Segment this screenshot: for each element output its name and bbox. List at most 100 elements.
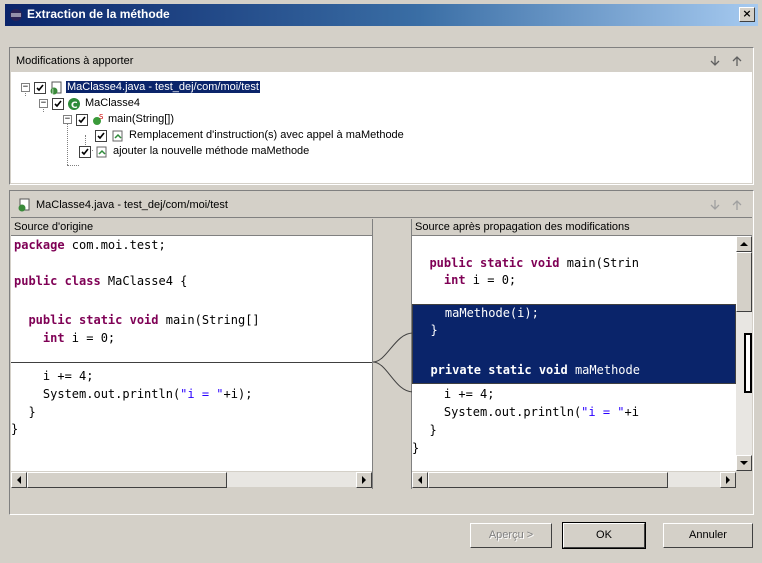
code-text: System.out.println( — [415, 405, 582, 419]
diff-gutter — [372, 219, 413, 489]
code-text: i += 4; — [415, 387, 495, 401]
overview-ruler-marker — [744, 333, 752, 393]
code-keyword: private static void — [416, 363, 568, 377]
collapse-icon[interactable]: − — [63, 115, 72, 124]
previous-difference-icon[interactable] — [730, 198, 744, 212]
code-keyword: int — [14, 331, 65, 345]
code-line: public static void main(String[] — [14, 313, 260, 327]
title-bar[interactable]: Extraction de la méthode × — [5, 4, 758, 26]
scroll-up-button[interactable] — [736, 236, 752, 252]
tree-checkbox[interactable] — [34, 82, 46, 94]
java-file-icon — [18, 198, 30, 212]
class-icon: C — [68, 98, 80, 111]
changes-tree: − J MaClasse4.java - test_dej/com/moi/te… — [11, 72, 752, 183]
java-file-icon: J — [50, 81, 62, 95]
svg-text:S: S — [99, 113, 104, 121]
code-text: } — [416, 323, 438, 337]
code-text: +i — [624, 405, 639, 419]
insertion-marker-line — [11, 362, 372, 363]
arrow-down-icon — [740, 461, 748, 465]
code-keyword: package — [14, 238, 65, 252]
arrow-right-icon — [362, 476, 366, 484]
compare-panel: MaClasse4.java - test_dej/com/moi/test S… — [9, 190, 754, 515]
next-difference-icon[interactable] — [708, 198, 722, 212]
next-change-icon[interactable] — [708, 54, 722, 68]
scroll-thumb[interactable] — [27, 472, 227, 488]
code-line: private static void maMethode — [416, 363, 640, 377]
code-keyword: public static void — [14, 313, 159, 327]
tree-checkbox[interactable] — [79, 146, 91, 158]
code-line: } — [14, 405, 36, 419]
tree-checkbox[interactable] — [76, 114, 88, 126]
code-text: maMethode(i); — [416, 306, 539, 320]
code-line: maMethode(i); — [416, 306, 539, 320]
right-source-editor[interactable]: public static void main(Strin int i = 0;… — [412, 236, 736, 471]
left-source-editor[interactable]: package com.moi.test; public class MaCla… — [11, 236, 372, 471]
code-text: } — [11, 422, 19, 436]
code-line: public class MaClasse4 { — [14, 274, 187, 288]
compare-area: Source d'origine package com.moi.test; p… — [11, 219, 752, 514]
collapse-icon[interactable]: − — [39, 99, 48, 108]
code-text: } — [14, 405, 36, 419]
change-icon — [96, 146, 107, 158]
svg-text:J: J — [51, 88, 54, 95]
preview-button[interactable]: Aperçu > — [470, 523, 552, 548]
svg-text:C: C — [71, 101, 78, 111]
arrow-up-icon — [740, 242, 748, 246]
scroll-right-button[interactable] — [356, 472, 372, 488]
right-horizontal-scrollbar[interactable] — [412, 471, 736, 488]
code-line: int i = 0; — [14, 331, 115, 345]
method-icon: S — [93, 113, 104, 125]
cancel-button[interactable]: Annuler — [663, 523, 753, 548]
code-text: i += 4; — [14, 369, 94, 383]
code-line: int i = 0; — [415, 273, 516, 287]
compare-title: MaClasse4.java - test_dej/com/moi/test — [36, 199, 228, 211]
code-keyword: public static void — [415, 256, 560, 270]
code-string: "i = " — [581, 405, 625, 419]
code-keyword: public class — [14, 274, 101, 288]
code-text: MaClasse4 { — [100, 274, 188, 288]
collapse-icon[interactable]: − — [21, 83, 30, 92]
code-line: i += 4; — [14, 369, 94, 383]
code-text: com.moi.test; — [64, 238, 166, 252]
tree-checkbox[interactable] — [95, 130, 107, 142]
code-line: } — [11, 422, 18, 436]
code-text: +i); — [223, 387, 253, 401]
previous-change-icon[interactable] — [730, 54, 744, 68]
changes-panel: Modifications à apporter − J MaClasse4.j… — [9, 47, 754, 185]
scroll-right-button[interactable] — [720, 472, 736, 488]
tree-line — [67, 165, 79, 166]
scroll-left-button[interactable] — [412, 472, 428, 488]
code-line: package com.moi.test; — [14, 238, 166, 252]
code-text: i = 0; — [64, 331, 116, 345]
tree-line — [67, 119, 68, 165]
ok-button[interactable]: OK — [562, 522, 646, 549]
close-button[interactable]: × — [739, 7, 755, 22]
scroll-left-button[interactable] — [11, 472, 27, 488]
code-text: i = 0; — [465, 273, 517, 287]
code-text: } — [412, 441, 420, 455]
scroll-thumb[interactable] — [736, 252, 752, 312]
eclipse-icon — [10, 9, 22, 21]
code-text: System.out.println( — [14, 387, 181, 401]
left-pane-title: Source d'origine — [11, 219, 372, 236]
code-line: } — [415, 423, 437, 437]
tree-item-label: ajouter la nouvelle méthode maMethode — [113, 145, 310, 157]
code-string: "i = " — [180, 387, 224, 401]
extract-method-dialog: Extraction de la méthode × Modifications… — [0, 0, 762, 563]
right-pane-title: Source après propagation des modificatio… — [412, 219, 752, 236]
tree-checkbox[interactable] — [52, 98, 64, 110]
code-text: } — [415, 423, 437, 437]
code-line: public static void main(Strin — [415, 256, 639, 270]
code-text: main(Strin — [559, 256, 639, 270]
left-horizontal-scrollbar[interactable] — [11, 471, 372, 488]
changes-panel-title: Modifications à apporter — [16, 55, 134, 67]
code-keyword: int — [415, 273, 466, 287]
code-text: main(String[] — [158, 313, 260, 327]
change-icon — [112, 130, 123, 142]
tree-item-label: main(String[]) — [108, 113, 175, 125]
scroll-down-button[interactable] — [736, 455, 752, 471]
tree-item-label: MaClasse4 — [85, 97, 141, 109]
scroll-thumb[interactable] — [428, 472, 668, 488]
code-text: maMethode — [567, 363, 640, 377]
